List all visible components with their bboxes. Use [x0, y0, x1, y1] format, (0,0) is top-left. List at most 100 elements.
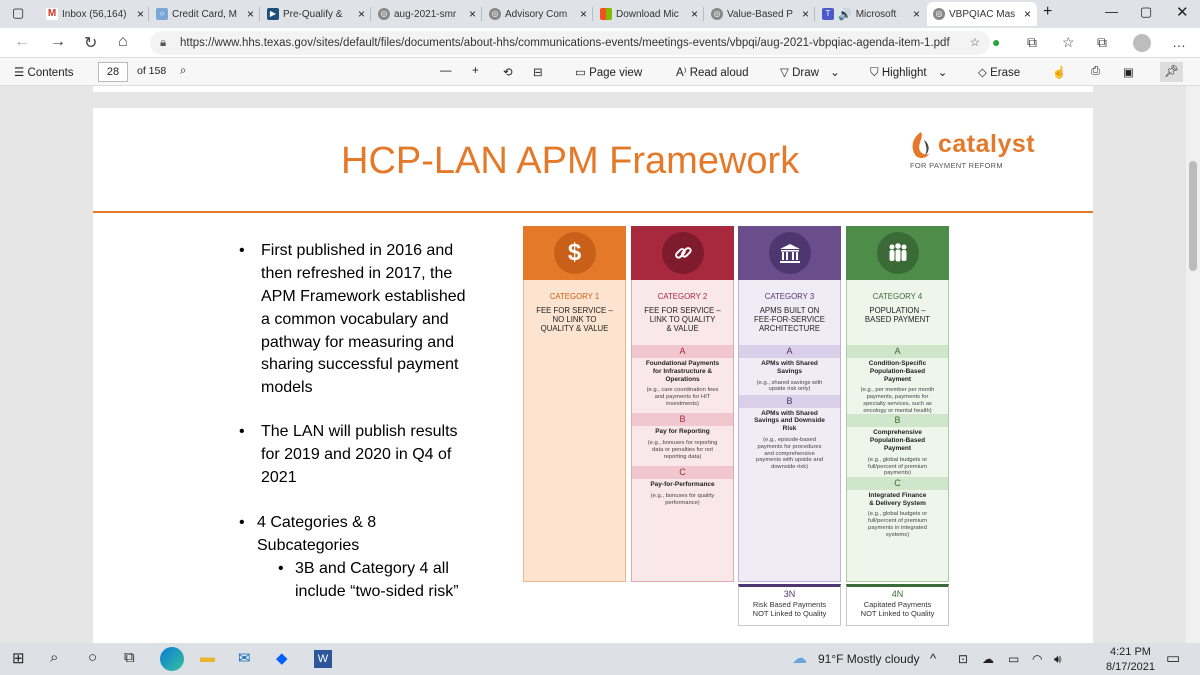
highlight-button[interactable]: ⛉ Highlight ⌄: [870, 65, 947, 80]
cat4-sub-a-title: Condition-Specific Population-Based Paym…: [868, 360, 927, 383]
forward-icon[interactable]: →: [50, 33, 66, 51]
erase-button[interactable]: ◇ Erase: [978, 65, 1020, 79]
read-aloud-button[interactable]: A⁾ Read aloud: [676, 65, 749, 79]
tab-download-mic[interactable]: Download Mic ×: [594, 2, 704, 26]
teams-icon: T: [822, 8, 834, 20]
cloud-icon[interactable]: ☁: [982, 652, 994, 666]
file-explorer-icon[interactable]: ▬: [200, 649, 215, 666]
refresh-icon[interactable]: ↻: [84, 33, 97, 53]
close-icon[interactable]: ×: [247, 7, 254, 21]
close-icon[interactable]: ×: [469, 7, 476, 21]
chevron-down-icon[interactable]: ⌄: [830, 67, 840, 79]
lock-icon[interactable]: 🔒︎: [160, 31, 166, 55]
close-window-button[interactable]: ✕: [1176, 3, 1189, 21]
cat2-sub-c-desc: (e.g., bonuses for quality performance): [650, 492, 715, 506]
tray-app-icon[interactable]: ⊡: [958, 652, 968, 666]
bullet-line: sharing successful payment: [261, 356, 459, 373]
highlight-label: Highlight: [881, 67, 927, 79]
fit-page-icon[interactable]: ⊟: [533, 65, 543, 79]
home-icon[interactable]: ⌂: [118, 33, 128, 51]
category-2-label: CATEGORY 2: [657, 292, 708, 301]
close-icon[interactable]: ×: [358, 7, 365, 21]
tab-vbpqiac-active[interactable]: ◎ VBPQIAC Mas ×: [927, 2, 1037, 26]
read-aloud-icon: A⁾: [676, 67, 687, 79]
list-icon: ☰: [14, 67, 25, 79]
extensions-icon[interactable]: ⧉: [1027, 34, 1037, 51]
logo-subtitle: FOR PAYMENT REFORM: [910, 161, 1003, 170]
tab-gmail[interactable]: M Inbox (56,164) ×: [40, 2, 150, 26]
tab-aug-2021-smr[interactable]: ◎ aug-2021-smr ×: [372, 2, 482, 26]
contents-label: Contents: [27, 67, 74, 79]
tab-advisory-com[interactable]: ◎ Advisory Com ×: [483, 2, 593, 26]
tab-pre-qualify[interactable]: ▶ Pre-Qualify & ×: [261, 2, 371, 26]
tab-credit-card[interactable]: ○ Credit Card, M ×: [150, 2, 260, 26]
contents-button[interactable]: ☰ Contents: [14, 65, 74, 79]
tab-label: Credit Card, M: [172, 8, 238, 20]
chevron-up-icon[interactable]: ^: [930, 651, 936, 666]
cat4-sub-a-letter: A: [847, 345, 948, 358]
close-icon[interactable]: ×: [137, 7, 144, 21]
battery-icon[interactable]: ▭: [1008, 652, 1019, 666]
chevron-down-icon[interactable]: ⌄: [938, 67, 948, 79]
extension-check-icon[interactable]: ●: [992, 34, 1000, 50]
vertical-scrollbar[interactable]: [1186, 86, 1200, 643]
close-icon[interactable]: ×: [580, 7, 587, 21]
pdf-viewer[interactable]: HCP-LAN APM Framework catalyst FOR PAYME…: [0, 86, 1200, 643]
print-icon[interactable]: ⎙: [1091, 65, 1100, 78]
edge-icon[interactable]: [160, 647, 184, 671]
link-icon: ○: [156, 8, 168, 20]
new-tab-button[interactable]: +: [1043, 3, 1052, 21]
close-icon[interactable]: ×: [802, 7, 809, 21]
pdf-icon: ◎: [489, 8, 501, 20]
task-view-icon[interactable]: ⧉: [124, 649, 135, 666]
zoom-in-icon[interactable]: +: [472, 65, 479, 77]
volume-icon[interactable]: 🔊︎: [1054, 652, 1062, 667]
save-icon[interactable]: ▣: [1123, 65, 1134, 79]
tab-actions-icon[interactable]: ▢: [12, 5, 24, 21]
windows-start-icon[interactable]: ⊞: [12, 649, 25, 667]
draw-button[interactable]: ▽ Draw ⌄: [780, 65, 840, 79]
close-icon[interactable]: ×: [691, 7, 698, 21]
profile-avatar[interactable]: [1133, 34, 1151, 52]
people-icon: [876, 232, 919, 274]
category-3-desc: APMS BUILT ON FEE-FOR-SERVICE ARCHITECTU…: [754, 306, 825, 333]
tab-value-based[interactable]: ◎ Value-Based P ×: [705, 2, 815, 26]
page-number-input[interactable]: 28: [98, 62, 128, 82]
more-menu-icon[interactable]: …: [1172, 34, 1186, 50]
back-icon[interactable]: ←: [14, 33, 30, 51]
tab-microsoft-teams[interactable]: T 🔊 Microsoft ×: [816, 2, 926, 26]
clock-date[interactable]: 8/17/2021: [1106, 661, 1155, 673]
weather-text[interactable]: 91°F Mostly cloudy: [818, 652, 920, 666]
logo-name: catalyst: [938, 130, 1036, 158]
speaker-icon[interactable]: 🔊: [838, 8, 852, 21]
category-3-label: CATEGORY 3: [764, 292, 815, 301]
dropbox-icon[interactable]: ◆: [276, 649, 288, 667]
pin-toolbar-icon[interactable]: 📌︎: [1160, 62, 1183, 82]
zoom-out-icon[interactable]: —: [440, 65, 452, 77]
search-icon[interactable]: ⌕: [180, 65, 186, 78]
word-icon[interactable]: W: [314, 650, 332, 668]
favorites-icon[interactable]: ☆: [1062, 34, 1075, 51]
rotate-icon[interactable]: ⟲: [503, 65, 513, 79]
category-2-column: CATEGORY 2 FEE FOR SERVICE – LINK TO QUA…: [631, 226, 734, 582]
maximize-button[interactable]: ▢: [1140, 4, 1152, 20]
notifications-icon[interactable]: ▭: [1166, 649, 1180, 667]
address-input[interactable]: 🔒︎ https://www.hhs.texas.gov/sites/defau…: [150, 31, 990, 55]
close-icon[interactable]: ×: [913, 7, 920, 21]
search-icon[interactable]: ⌕: [50, 649, 58, 666]
clock-time[interactable]: 4:21 PM: [1110, 646, 1151, 658]
touch-icon[interactable]: ☝: [1052, 65, 1066, 79]
scrollbar-thumb[interactable]: [1189, 161, 1197, 271]
wifi-icon[interactable]: ◠: [1032, 652, 1042, 666]
favorite-star-icon[interactable]: ☆: [970, 31, 980, 55]
minimize-button[interactable]: —: [1105, 4, 1118, 19]
mail-icon[interactable]: ✉: [238, 649, 251, 667]
cat4-sub-c-desc: (e.g., global budgets or full/percent of…: [867, 511, 928, 538]
weather-icon[interactable]: ☁: [792, 649, 807, 667]
collections-icon[interactable]: ⧉: [1097, 34, 1107, 51]
cortana-icon[interactable]: ○: [88, 649, 97, 666]
category-1-label: CATEGORY 1: [549, 292, 600, 301]
category-1-header: $: [523, 226, 626, 280]
page-view-button[interactable]: ▭ Page view: [575, 65, 642, 79]
close-icon[interactable]: ×: [1024, 7, 1031, 21]
